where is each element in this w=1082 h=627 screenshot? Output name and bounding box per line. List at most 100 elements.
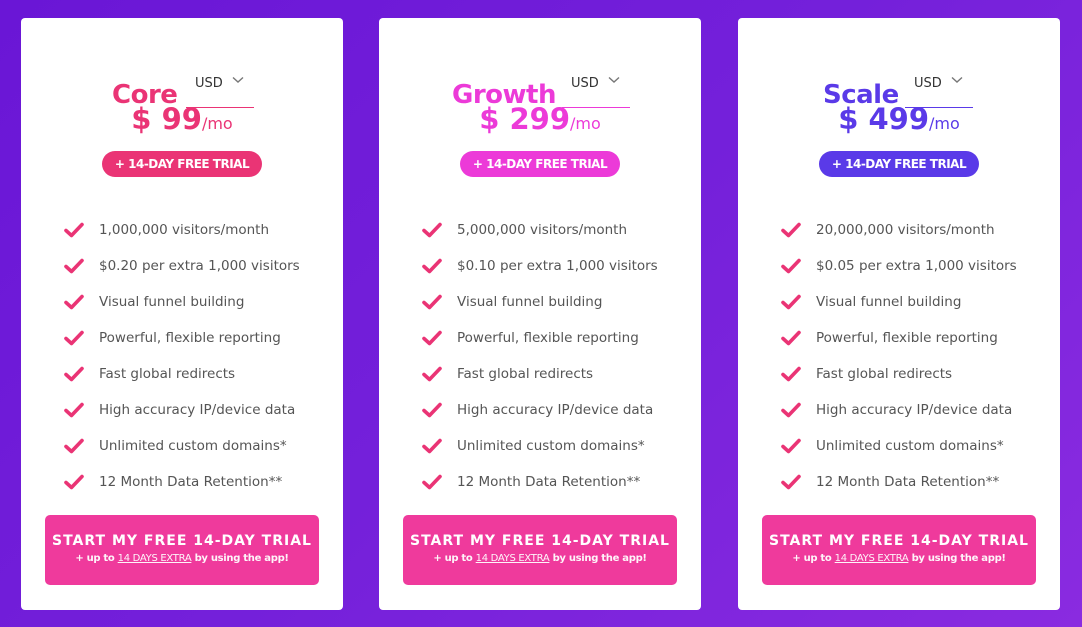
feature-text: High accuracy IP/device data — [816, 402, 1013, 418]
price-amount: $ 499 — [838, 102, 930, 136]
feature-item: 20,000,000 visitors/month — [781, 212, 1050, 248]
feature-text: Visual funnel building — [99, 294, 245, 310]
checkmark-icon — [781, 294, 801, 310]
feature-item: High accuracy IP/device data — [781, 392, 1050, 428]
feature-item: Unlimited custom domains* — [781, 428, 1050, 464]
plan-price: $ 299/mo — [379, 102, 701, 136]
feature-text: Powerful, flexible reporting — [99, 330, 281, 346]
cta-sub-prefix: + up to — [75, 553, 115, 564]
cta-sub-prefix: + up to — [433, 553, 473, 564]
start-trial-button[interactable]: START MY FREE 14-DAY TRIAL + up to 14 DA… — [45, 515, 319, 585]
pricing-card-scale: Scale USD $ 499/mo + 14-DAY FREE TRIAL 2… — [738, 18, 1060, 610]
feature-text: 12 Month Data Retention** — [816, 474, 1000, 490]
feature-text: 12 Month Data Retention** — [457, 474, 641, 490]
checkmark-icon — [64, 402, 84, 418]
checkmark-icon — [64, 258, 84, 274]
start-trial-button[interactable]: START MY FREE 14-DAY TRIAL + up to 14 DA… — [403, 515, 677, 585]
price-amount: $ 99 — [131, 102, 202, 136]
checkmark-icon — [422, 438, 442, 454]
feature-item: 12 Month Data Retention** — [64, 464, 333, 500]
feature-item: Fast global redirects — [64, 356, 333, 392]
feature-text: Unlimited custom domains* — [816, 438, 1004, 454]
feature-item: Powerful, flexible reporting — [781, 320, 1050, 356]
feature-text: Unlimited custom domains* — [99, 438, 287, 454]
feature-text: $0.20 per extra 1,000 visitors — [99, 258, 300, 274]
feature-text: Powerful, flexible reporting — [816, 330, 998, 346]
checkmark-icon — [64, 222, 84, 238]
feature-text: 1,000,000 visitors/month — [99, 222, 270, 238]
chevron-down-icon — [951, 73, 963, 87]
checkmark-icon — [422, 330, 442, 346]
cta-sub-prefix: + up to — [792, 553, 832, 564]
feature-text: 12 Month Data Retention** — [99, 474, 283, 490]
checkmark-icon — [422, 474, 442, 490]
feature-text: High accuracy IP/device data — [99, 402, 296, 418]
extra-days-link[interactable]: 14 DAYS EXTRA — [835, 553, 909, 564]
feature-list: 5,000,000 visitors/month $0.10 per extra … — [422, 212, 691, 500]
feature-item: Unlimited custom domains* — [422, 428, 691, 464]
feature-text: Visual funnel building — [457, 294, 603, 310]
cta-sub-suffix: by using the app! — [194, 553, 289, 564]
checkmark-icon — [422, 294, 442, 310]
feature-item: High accuracy IP/device data — [422, 392, 691, 428]
checkmark-icon — [64, 294, 84, 310]
feature-list: 20,000,000 visitors/month $0.05 per extra… — [781, 212, 1050, 500]
chevron-down-icon — [608, 73, 620, 87]
price-period: /mo — [929, 114, 960, 133]
checkmark-icon — [781, 258, 801, 274]
price-period: /mo — [570, 114, 601, 133]
feature-text: Fast global redirects — [99, 366, 236, 382]
feature-item: Fast global redirects — [422, 356, 691, 392]
feature-text: Fast global redirects — [457, 366, 594, 382]
feature-item: Visual funnel building — [422, 284, 691, 320]
cta-label: START MY FREE 14-DAY TRIAL — [769, 533, 1029, 549]
feature-item: High accuracy IP/device data — [64, 392, 333, 428]
feature-item: 5,000,000 visitors/month — [422, 212, 691, 248]
cta-sub-suffix: by using the app! — [552, 553, 647, 564]
checkmark-icon — [422, 222, 442, 238]
checkmark-icon — [64, 474, 84, 490]
trial-badge: + 14-DAY FREE TRIAL — [819, 151, 979, 177]
feature-text: 5,000,000 visitors/month — [457, 222, 628, 238]
price-period: /mo — [201, 114, 233, 133]
price-amount: $ 299 — [479, 102, 571, 136]
feature-item: $0.10 per extra 1,000 visitors — [422, 248, 691, 284]
checkmark-icon — [64, 366, 84, 382]
plan-price: $ 499/mo — [738, 102, 1060, 136]
feature-text: Powerful, flexible reporting — [457, 330, 639, 346]
extra-days-link[interactable]: 14 DAYS EXTRA — [118, 553, 192, 564]
feature-text: Fast global redirects — [816, 366, 953, 382]
cta-subtext: + up to 14 DAYS EXTRA by using the app! — [45, 553, 319, 564]
feature-text: 20,000,000 visitors/month — [816, 222, 995, 238]
checkmark-icon — [64, 330, 84, 346]
checkmark-icon — [781, 330, 801, 346]
pricing-card-core: Core USD $ 99/mo + 14-DAY FREE TRIAL 1,0… — [21, 18, 343, 610]
feature-text: Visual funnel building — [816, 294, 962, 310]
feature-text: $0.05 per extra 1,000 visitors — [816, 258, 1017, 274]
feature-item: Powerful, flexible reporting — [422, 320, 691, 356]
trial-badge: + 14-DAY FREE TRIAL — [102, 151, 262, 177]
currency-value: USD — [571, 76, 599, 91]
feature-item: Visual funnel building — [64, 284, 333, 320]
currency-value: USD — [195, 76, 223, 91]
extra-days-link[interactable]: 14 DAYS EXTRA — [476, 553, 550, 564]
cta-label: START MY FREE 14-DAY TRIAL — [52, 533, 312, 549]
trial-badge: + 14-DAY FREE TRIAL — [460, 151, 620, 177]
feature-text: $0.10 per extra 1,000 visitors — [457, 258, 658, 274]
chevron-down-icon — [232, 73, 244, 87]
checkmark-icon — [422, 402, 442, 418]
plan-price: $ 99/mo — [21, 102, 343, 136]
feature-item: 12 Month Data Retention** — [422, 464, 691, 500]
feature-text: High accuracy IP/device data — [457, 402, 654, 418]
checkmark-icon — [781, 402, 801, 418]
cta-subtext: + up to 14 DAYS EXTRA by using the app! — [403, 553, 677, 564]
feature-item: 1,000,000 visitors/month — [64, 212, 333, 248]
feature-list: 1,000,000 visitors/month $0.20 per extra … — [64, 212, 333, 500]
start-trial-button[interactable]: START MY FREE 14-DAY TRIAL + up to 14 DA… — [762, 515, 1036, 585]
checkmark-icon — [64, 438, 84, 454]
checkmark-icon — [781, 438, 801, 454]
checkmark-icon — [422, 258, 442, 274]
cta-subtext: + up to 14 DAYS EXTRA by using the app! — [762, 553, 1036, 564]
feature-item: Visual funnel building — [781, 284, 1050, 320]
checkmark-icon — [781, 366, 801, 382]
